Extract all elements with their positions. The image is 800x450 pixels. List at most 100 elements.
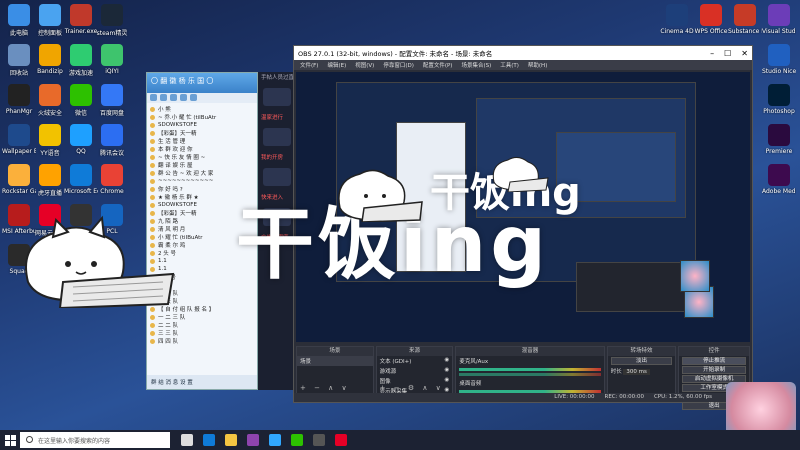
- desktop-icon[interactable]: 游戏加速: [64, 44, 98, 77]
- transition-select[interactable]: 淡出: [610, 357, 673, 365]
- desktop-icon[interactable]: QQ: [64, 124, 98, 155]
- qq-list-item[interactable]: 生 活 管 理: [150, 137, 254, 145]
- avatar-icon: [150, 146, 155, 152]
- task-view-icon[interactable]: [181, 434, 193, 446]
- qq-list-item[interactable]: 一 二 三 队: [150, 313, 254, 321]
- qq-list-item[interactable]: 【彩蛋】天一精: [150, 129, 254, 137]
- desktop-icon[interactable]: 腾讯会议: [95, 124, 129, 157]
- qq-list-item[interactable]: 群 公 告 ~ 欢 迎 大 家: [150, 169, 254, 177]
- side-red-text: 温家进行: [261, 115, 284, 121]
- source-controls[interactable]: + − ⚙ ∧ ∨: [380, 384, 444, 392]
- qq-list-item[interactable]: ~ 乔.小 耀 忙 (tiIBuAtr: [150, 113, 254, 121]
- qq-list-item[interactable]: 本 群 欢 迎 你: [150, 145, 254, 153]
- scene-controls[interactable]: + − ∧ ∨: [300, 384, 350, 392]
- qq-list-item[interactable]: 小 熊: [150, 105, 254, 113]
- desktop-icon[interactable]: Substance Painter: [728, 4, 762, 35]
- eye-icon[interactable]: ◉: [445, 367, 450, 373]
- desktop-icon[interactable]: Rockstar Games: [2, 164, 36, 195]
- source-item[interactable]: 游戏源 ◉: [377, 366, 453, 376]
- menu-item[interactable]: 场景集合(S): [461, 61, 491, 69]
- duration-input[interactable]: 300 ms: [623, 369, 650, 375]
- desktop-icon-label: 游戏加速: [68, 70, 93, 77]
- qq-list-item[interactable]: ~ 快 乐 友 情 圈 ~: [150, 153, 254, 161]
- scenes-dock[interactable]: 场景 场景 + − ∧ ∨: [296, 346, 374, 394]
- settings-icon[interactable]: [190, 94, 197, 101]
- qq-list-item[interactable]: 四 四 队: [150, 337, 254, 345]
- ps-icon[interactable]: [269, 434, 281, 446]
- group-icon[interactable]: [180, 94, 187, 101]
- menu-item[interactable]: 编辑(E): [327, 61, 346, 69]
- scene-item[interactable]: 场景: [297, 356, 373, 366]
- cat-mascot-small: [338, 169, 423, 222]
- desktop-icon[interactable]: 百度网盘: [95, 84, 129, 117]
- file-explorer-icon[interactable]: [225, 434, 237, 446]
- app-icon: [70, 164, 92, 186]
- sources-dock[interactable]: 来源 文本 (GDI+) ◉ 游戏源 ◉ 图像 ◉ 显示器采集 ◉ + − ⚙ ∧ ∨: [375, 346, 454, 395]
- desktop-icon-label: Substance Painter: [728, 28, 762, 35]
- eye-icon[interactable]: ◉: [445, 357, 450, 363]
- menu-item[interactable]: 停靠窗口(D): [383, 61, 414, 69]
- desktop-icon[interactable]: 此电脑: [2, 4, 36, 37]
- avatar-icon: [150, 106, 155, 112]
- desktop-icon[interactable]: Adobe Media: [762, 164, 796, 195]
- menu-item[interactable]: 视图(V): [355, 61, 374, 69]
- desktop-icon[interactable]: Chrome: [95, 164, 129, 195]
- wechat-icon[interactable]: [291, 434, 303, 446]
- desktop-icon[interactable]: Cinema 4D: [660, 4, 694, 35]
- obs-icon[interactable]: [313, 434, 325, 446]
- netease-icon[interactable]: [335, 434, 347, 446]
- desktop-icon[interactable]: Trainer.exe: [64, 4, 98, 35]
- menu-item[interactable]: 帮助(H): [528, 61, 547, 69]
- mixer-dock[interactable]: 混音器 麦克风/Aux 桌面音频: [455, 346, 605, 394]
- control-button[interactable]: 开始录制: [682, 366, 747, 374]
- desktop-icon[interactable]: PhanMgr: [2, 84, 36, 115]
- desktop-icon[interactable]: YY语音: [33, 124, 67, 157]
- qq-item-text: 二 二 队: [158, 323, 178, 329]
- desktop-icon[interactable]: Bandizip: [33, 44, 67, 75]
- desktop-icon[interactable]: Wallpaper Engine: [2, 124, 36, 155]
- edge-icon[interactable]: [203, 434, 215, 446]
- qq-list-item[interactable]: 三 三 队: [150, 329, 254, 337]
- desktop-icon[interactable]: 控制面板: [33, 4, 67, 37]
- transitions-dock[interactable]: 转场特效 淡出 时长 300 ms: [606, 346, 677, 394]
- desktop-icon[interactable]: 虎牙直播: [33, 164, 67, 197]
- qq-list-item[interactable]: 二 二 队: [150, 321, 254, 329]
- side-thumb-2[interactable]: [263, 128, 291, 146]
- qq-list-item[interactable]: 翻 译 娱 乐 屋: [150, 161, 254, 169]
- side-thumb-1[interactable]: [263, 88, 291, 106]
- maximize-icon[interactable]: ☐: [724, 49, 731, 58]
- menu-item[interactable]: 文件(F): [300, 61, 318, 69]
- control-button[interactable]: 停止推流: [682, 357, 747, 365]
- qq-footer[interactable]: 群 结 消 息 设 置: [147, 375, 257, 389]
- qq-list-item[interactable]: SDOWKSTOFE: [150, 121, 254, 129]
- source-item[interactable]: 文本 (GDI+) ◉: [377, 356, 453, 366]
- close-icon[interactable]: ✕: [741, 49, 748, 58]
- vs-icon[interactable]: [247, 434, 259, 446]
- qq-item-text: 你 好 吗 ?: [158, 187, 183, 193]
- desktop-icon[interactable]: Photoshop: [762, 84, 796, 115]
- desktop-icon[interactable]: iQIYI: [95, 44, 129, 75]
- desktop-icon[interactable]: 火绒安全: [33, 84, 67, 117]
- menu-item[interactable]: 配置文件(P): [423, 61, 453, 69]
- app-icon: [39, 164, 61, 186]
- desktop-icon-label: 腾讯会议: [99, 150, 124, 157]
- eye-icon[interactable]: ◉: [445, 377, 450, 383]
- desktop-icon[interactable]: Visual Studio 2019: [762, 4, 796, 35]
- desktop-icon[interactable]: Premiere: [762, 124, 796, 155]
- start-button[interactable]: [0, 430, 20, 450]
- chat-icon[interactable]: [160, 94, 167, 101]
- desktop-icon[interactable]: steam精灵: [95, 4, 129, 37]
- desktop-icon[interactable]: Microsoft Edge: [64, 164, 98, 195]
- contacts-icon[interactable]: [170, 94, 177, 101]
- desktop-icon[interactable]: 微信: [64, 84, 98, 117]
- taskbar-search-input[interactable]: 在这里输入你要搜索的内容: [20, 432, 170, 448]
- search-icon[interactable]: [150, 94, 157, 101]
- volume-slider[interactable]: [459, 373, 601, 376]
- minimize-icon[interactable]: –: [710, 49, 714, 58]
- side-notice: 手帖人员过直接: [261, 75, 296, 81]
- desktop-icon[interactable]: Studio Nice: [762, 44, 796, 75]
- menu-item[interactable]: 工具(T): [500, 61, 519, 69]
- desktop-icon[interactable]: 回收站: [2, 44, 36, 77]
- obs-titlebar[interactable]: OBS 27.0.1 (32-bit, windows) - 配置文件: 未命名…: [294, 46, 752, 60]
- desktop-icon[interactable]: WPS Office: [694, 4, 728, 35]
